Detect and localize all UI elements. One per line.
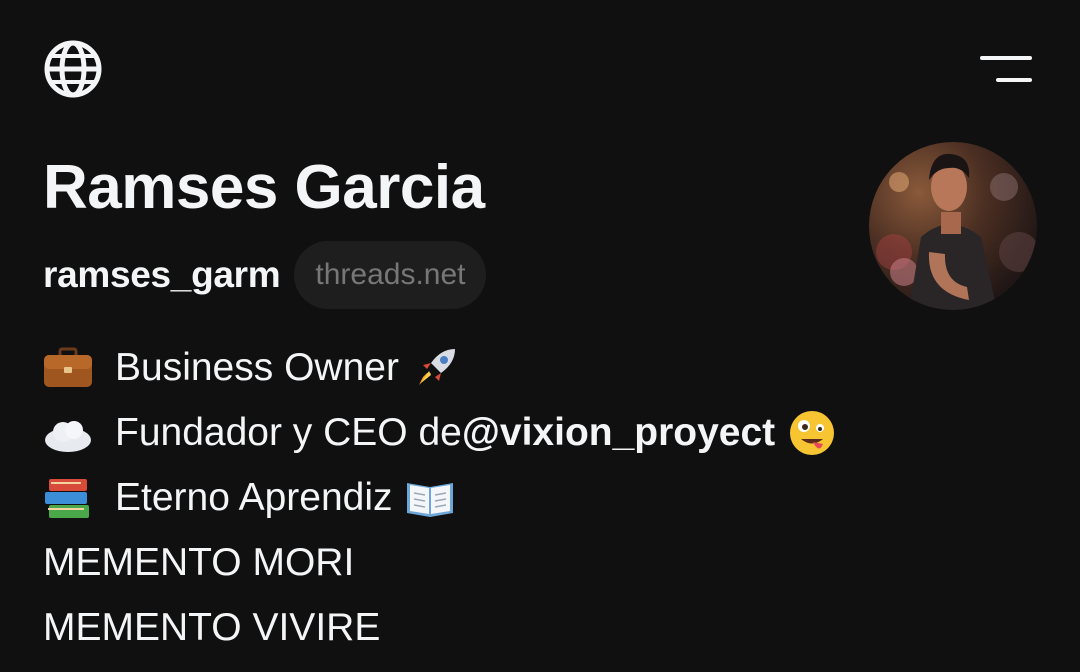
bio-line-founder: Fundador y CEO de @vixion_proyect <box>43 400 837 465</box>
bio-line-learner: Eterno Aprendiz <box>43 465 837 530</box>
threads-domain-badge[interactable]: threads.net <box>294 241 487 309</box>
open-book-emoji-icon <box>405 473 455 523</box>
hamburger-menu-icon[interactable] <box>976 52 1036 86</box>
profile-display-name: Ramses Garcia <box>43 153 485 222</box>
avatar[interactable] <box>869 142 1037 310</box>
briefcase-emoji-icon <box>43 345 93 391</box>
books-emoji-icon <box>43 475 93 521</box>
menu-bar-top <box>980 56 1032 60</box>
rocket-emoji-icon <box>411 343 461 393</box>
bio-line-memento-mori: MEMENTO MORI <box>43 541 355 584</box>
profile-handle-row: ramses_garm threads.net <box>43 241 487 309</box>
profile-username: ramses_garm <box>43 254 281 295</box>
profile-bio: Business Owner Fundador y CEO de @vixion… <box>43 335 837 660</box>
bio-line-2-text: Fundador y CEO de <box>115 411 462 454</box>
globe-icon[interactable] <box>43 39 103 99</box>
bio-line-3-text: Eterno Aprendiz <box>115 476 393 519</box>
zany-face-emoji-icon <box>787 408 837 458</box>
bio-line-memento-vivire: MEMENTO VIVIRE <box>43 606 381 649</box>
mention-link[interactable]: @vixion_proyect <box>462 400 775 465</box>
bio-line-business: Business Owner <box>43 335 837 400</box>
menu-bar-bottom <box>996 78 1032 82</box>
bio-line-1-text: Business Owner <box>115 346 399 389</box>
cloud-emoji-icon <box>43 410 93 456</box>
